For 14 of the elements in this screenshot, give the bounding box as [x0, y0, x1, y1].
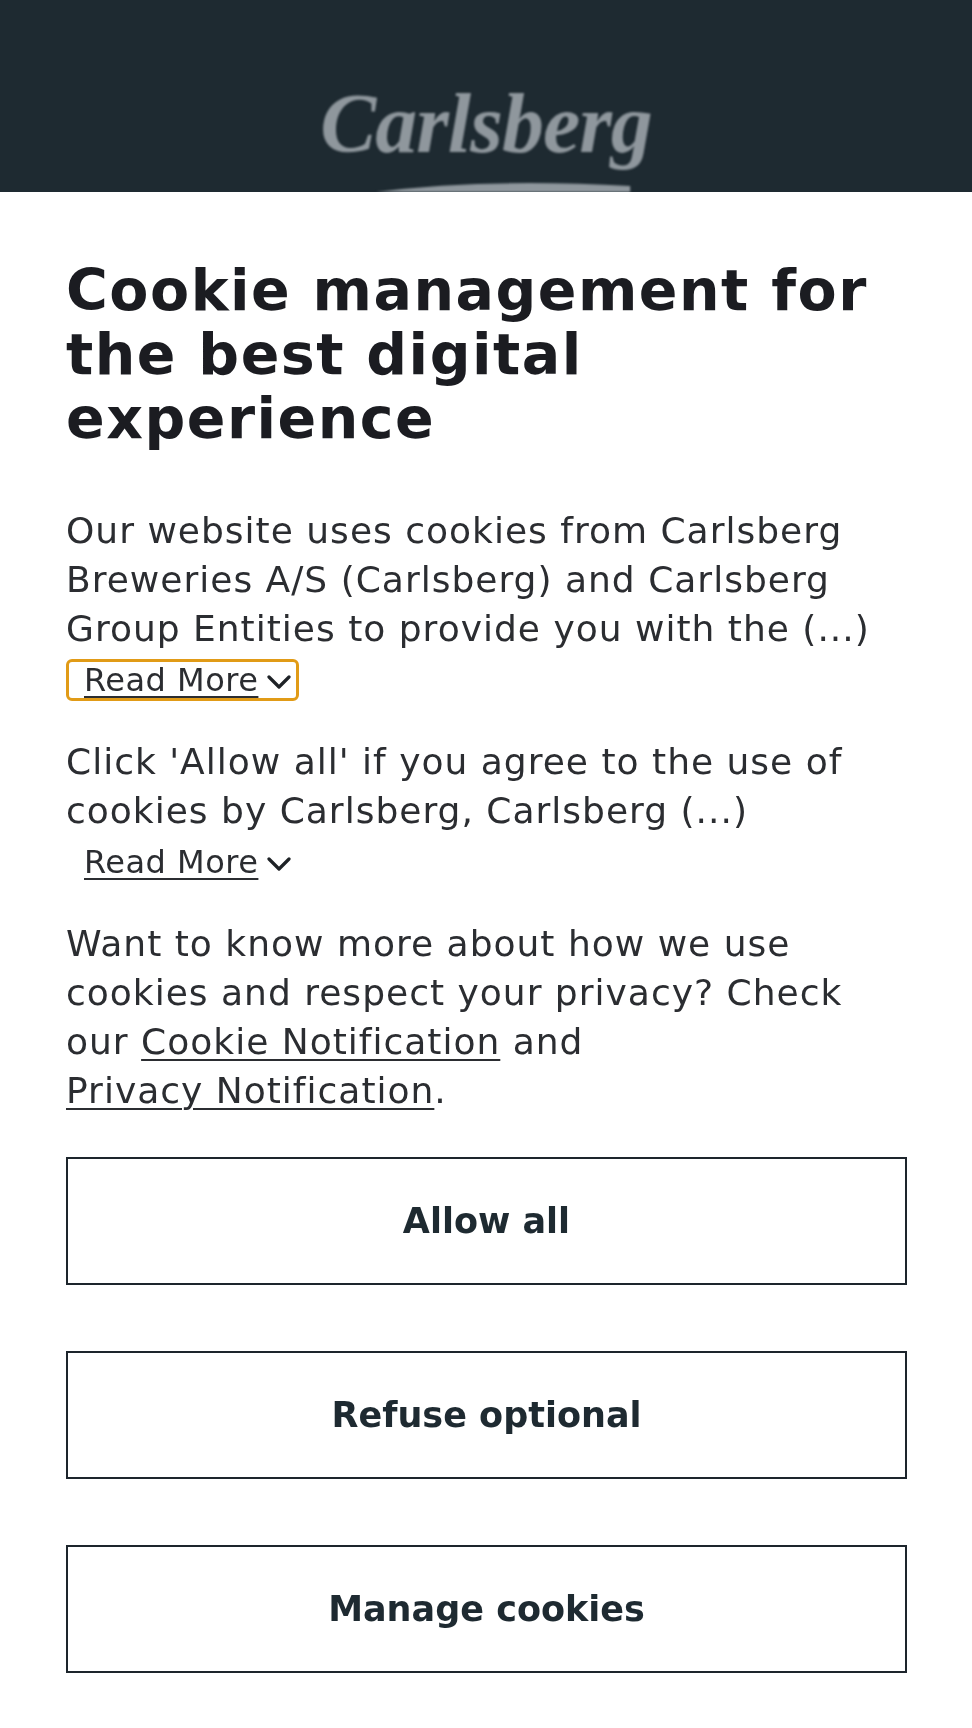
consent-button[interactable]: Allow all — [66, 1157, 907, 1285]
consent-button[interactable]: Manage cookies — [66, 1545, 907, 1673]
chevron-down-icon — [267, 857, 292, 871]
dialog-title: Cookie management for the best digital experience — [66, 258, 869, 450]
body-text: Click 'Allow all' if you agree to the use of cookies by Carlsberg, Carlsberg (...) — [66, 740, 844, 833]
brand-logo: Carlsberg — [314, 74, 658, 192]
read-more-button[interactable]: Read More — [66, 659, 300, 701]
consent-button[interactable]: Refuse optional — [66, 1351, 907, 1479]
chevron-down-icon — [267, 675, 292, 689]
read-more-button[interactable]: Read More — [66, 841, 300, 883]
privacy-notice-text: Want to know more about how we use cookies and respect your privacy? Check our Cookie Notification and Privacy Notification. — [66, 922, 844, 1113]
notification-link[interactable]: Cookie Notification — [141, 1021, 501, 1062]
notification-link[interactable]: Privacy Notification — [66, 1070, 435, 1111]
body-text: Our website uses cookies from Carlsberg Breweries A/S (Carlsberg) and Carlsberg Group Entities to provide you with the (...) — [66, 509, 871, 651]
